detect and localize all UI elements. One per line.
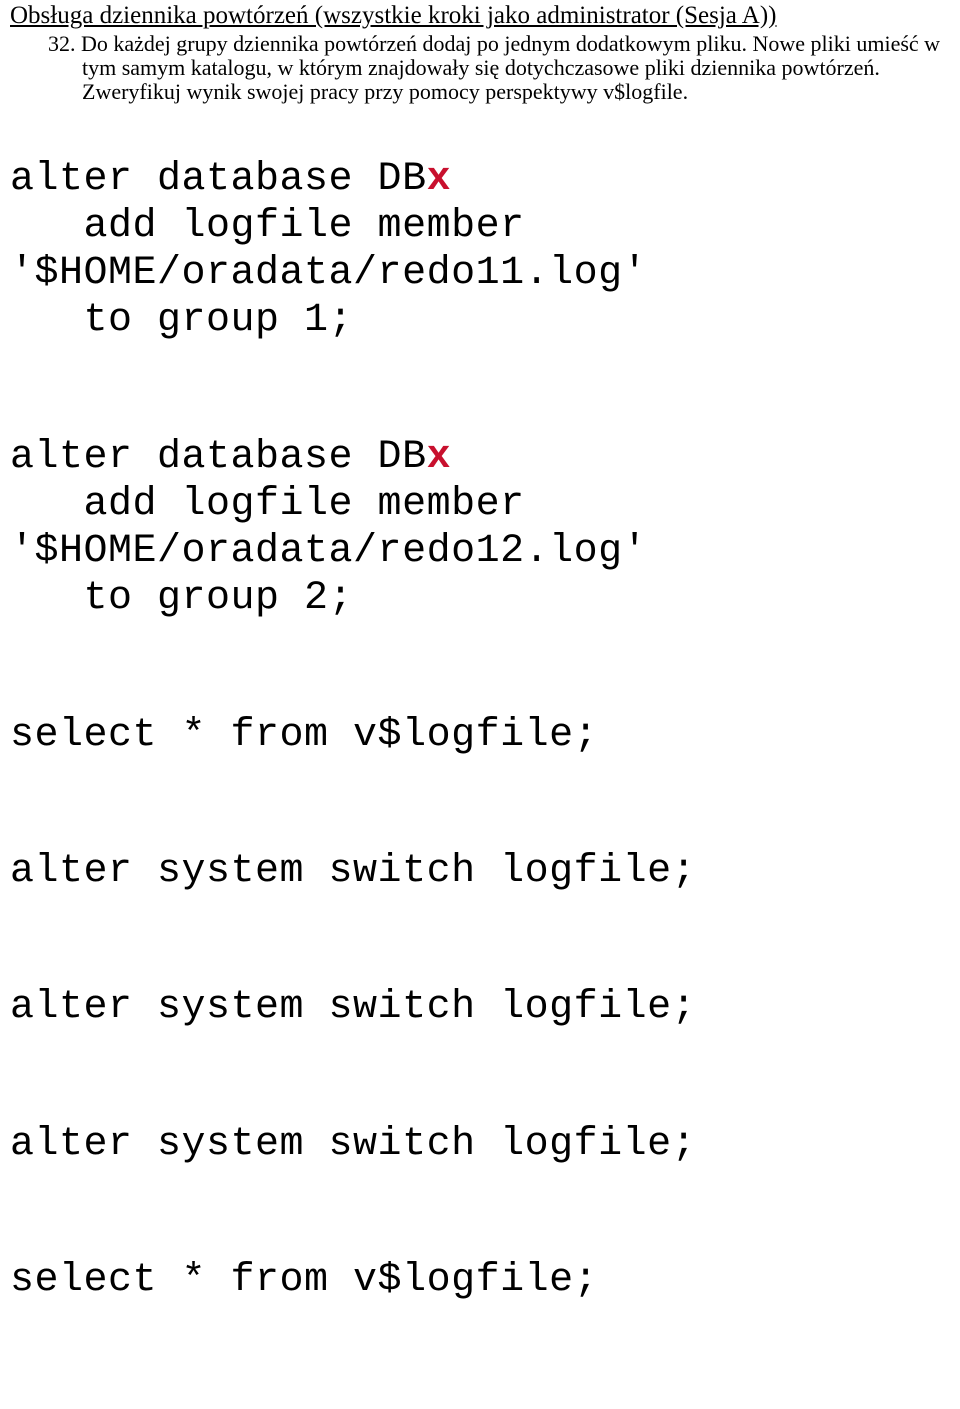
code-line: add logfile member — [10, 482, 525, 527]
code-line: alter database DB — [10, 157, 427, 202]
code-statement-3: select * from v$logfile; — [10, 712, 950, 759]
code-statement-5: alter system switch logfile; — [10, 984, 950, 1031]
section-title: Obsługa dziennika powtórzeń (wszystkie k… — [10, 2, 950, 30]
code-statement-2: alter database DBx add logfile member '$… — [10, 434, 950, 623]
placeholder-x: x — [427, 157, 452, 202]
code-line: '$HOME/oradata/redo12.log' — [10, 529, 647, 574]
placeholder-x: x — [427, 435, 452, 480]
code-line: to group 2; — [10, 576, 353, 621]
code-line: alter database DB — [10, 435, 427, 480]
instruction-text: Do każdej grupy dziennika powtórzeń doda… — [81, 31, 940, 104]
code-line: add logfile member — [10, 204, 525, 249]
code-line: to group 1; — [10, 298, 353, 343]
code-statement-1: alter database DBx add logfile member '$… — [10, 156, 950, 345]
code-line: '$HOME/oradata/redo11.log' — [10, 251, 647, 296]
instruction-item: 32. Do każdej grupy dziennika powtórzeń … — [10, 32, 950, 105]
code-statement-6: alter system switch logfile; — [10, 1121, 950, 1168]
instruction-number: 32. — [48, 31, 76, 56]
code-statement-4: alter system switch logfile; — [10, 848, 950, 895]
code-statement-7: select * from v$logfile; — [10, 1257, 950, 1304]
code-area: alter database DBx add logfile member '$… — [10, 109, 950, 1399]
